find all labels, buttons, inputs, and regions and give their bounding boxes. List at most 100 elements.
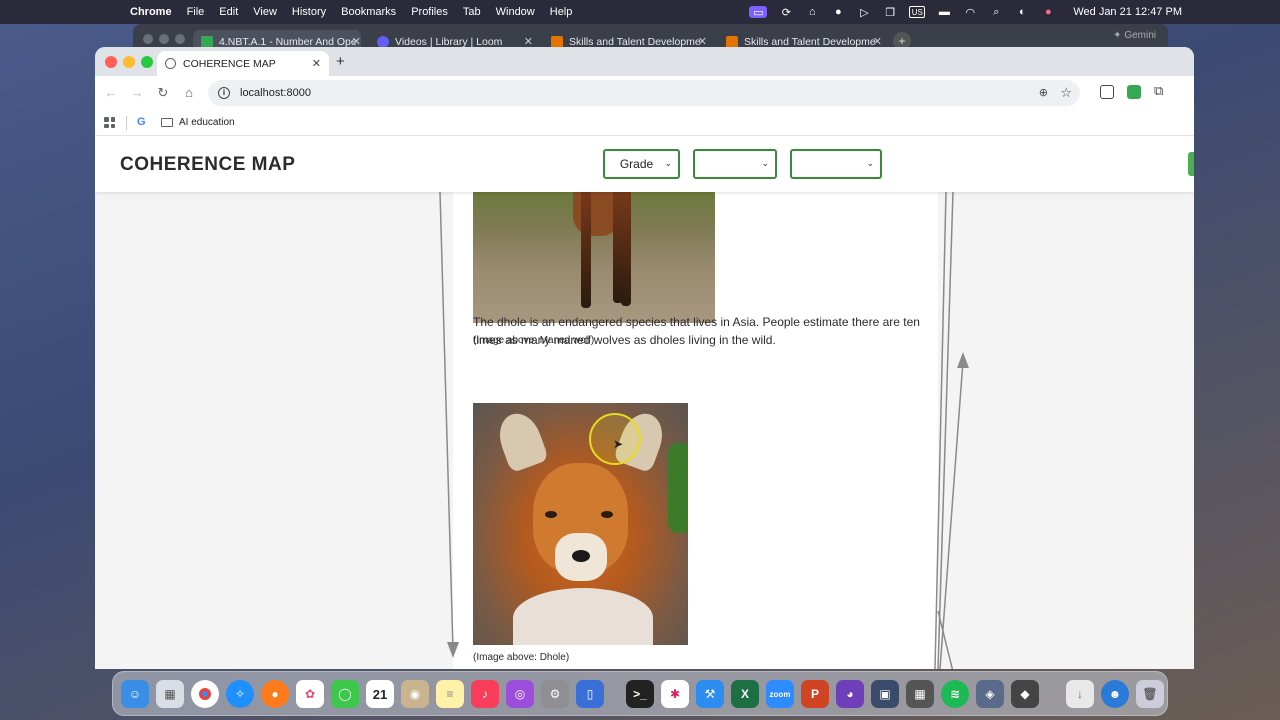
menubar-clock[interactable]: Wed Jan 21 12:47 PM (1073, 6, 1182, 18)
dhole-eye-shape (545, 511, 557, 518)
apps-grid-icon[interactable] (104, 117, 115, 128)
gemini-button[interactable]: ✦ Gemini (1113, 30, 1156, 41)
home-icon[interactable]: ⌂ (181, 85, 197, 100)
menu-file[interactable]: File (187, 6, 205, 18)
menu-app-name[interactable]: Chrome (130, 6, 172, 18)
automator-icon[interactable]: ▣ (871, 680, 899, 708)
settings-icon[interactable]: ⚙ (541, 680, 569, 708)
search-icon[interactable]: ⌕ (989, 6, 1003, 18)
back-arrow-icon[interactable]: ← (103, 85, 119, 100)
contacts-icon[interactable]: ◉ (401, 680, 429, 708)
trash-icon[interactable]: 🗑 (1136, 680, 1164, 708)
leaf-shape (668, 443, 688, 533)
status-area: ▭ ⟳ ⌂ ● ▷ ❐ US ▬ ◠ ⌕ ◐ ● Wed Jan 21 12:4… (749, 0, 1182, 24)
terminal-icon[interactable]: >_ (626, 680, 654, 708)
zoom-icon[interactable]: zoom (766, 680, 794, 708)
green-action-button[interactable] (1188, 152, 1194, 176)
excel-icon[interactable]: X (731, 680, 759, 708)
box-icon[interactable]: ◆ (1011, 680, 1039, 708)
bookmarks-bar: G AI education (95, 110, 1194, 136)
photos-icon[interactable]: ✿ (296, 680, 324, 708)
bg-window-zoom-dot[interactable] (175, 34, 185, 44)
extension-green-icon[interactable] (1127, 85, 1141, 99)
menu-bookmarks[interactable]: Bookmarks (341, 6, 396, 18)
menu-tab[interactable]: Tab (463, 6, 481, 18)
macos-dock: ☺ ▦ ✧ ● ✿ ◯ 21 ◉ ≡ ♪ ◎ ⚙ ▯ >_ ✱ ⚒ X zoom… (112, 671, 1168, 716)
safari-icon[interactable]: ✧ (226, 680, 254, 708)
screen-record-icon[interactable]: ▭ (749, 6, 768, 19)
zoom-icon[interactable]: ⊕ (1039, 86, 1048, 99)
forward-arrow-icon[interactable]: → (129, 85, 145, 100)
window-zoom-button[interactable] (141, 56, 153, 68)
vpn-icon[interactable]: ◈ (976, 680, 1004, 708)
finder-face-icon[interactable]: ☻ (1101, 680, 1129, 708)
bookmark-folder-ai-education[interactable]: AI education (179, 117, 235, 128)
powerpoint-icon[interactable]: P (801, 680, 829, 708)
menu-window[interactable]: Window (496, 6, 535, 18)
window-icon[interactable]: ❐ (883, 6, 897, 19)
google-icon[interactable]: G (137, 116, 146, 128)
spotify-icon[interactable]: ≋ (941, 680, 969, 708)
bg-window-minimize-dot[interactable] (159, 34, 169, 44)
person-icon[interactable]: ● (831, 6, 845, 18)
page-viewport: COHERENCE MAP Grade ⌄ ⌄ ⌄ (Image above: … (95, 136, 1194, 669)
xcode-icon[interactable]: ⚒ (696, 680, 724, 708)
maned-wolf-image (473, 188, 715, 323)
downloads-icon[interactable]: ↓ (1066, 680, 1094, 708)
chevron-down-icon: ⌄ (761, 158, 769, 168)
control-center-icon[interactable]: ◐ (1015, 6, 1029, 18)
notes-icon[interactable]: ≡ (436, 680, 464, 708)
calculator-icon[interactable]: ▦ (906, 680, 934, 708)
window-minimize-button[interactable] (123, 56, 135, 68)
dhole-nose-shape (572, 550, 590, 562)
music-icon[interactable]: ♪ (471, 680, 499, 708)
messages-icon[interactable]: ◯ (331, 680, 359, 708)
domain-select[interactable]: ⌄ (693, 149, 777, 179)
menu-edit[interactable]: Edit (219, 6, 238, 18)
siri-icon[interactable]: ● (1041, 6, 1055, 18)
tab-coherence-map[interactable]: COHERENCE MAP ✕ (157, 51, 329, 76)
battery-icon[interactable]: ▬ (937, 6, 951, 18)
connection-line (937, 191, 954, 669)
play-icon[interactable]: ▷ (857, 6, 871, 19)
bg-window-close-dot[interactable] (143, 34, 153, 44)
slack-icon[interactable]: ✱ (661, 680, 689, 708)
connection-line (439, 191, 454, 651)
app-header: COHERENCE MAP Grade ⌄ ⌄ ⌄ (95, 136, 1194, 192)
reload-icon[interactable]: ↻ (155, 85, 171, 101)
gemini-label: Gemini (1124, 30, 1156, 41)
home-icon[interactable]: ⌂ (805, 6, 819, 18)
new-tab-button[interactable]: + (336, 53, 345, 70)
dhole-eye-shape (601, 511, 613, 518)
bookmark-star-icon[interactable]: ☆ (1060, 85, 1072, 101)
extension-icon[interactable] (1100, 85, 1114, 99)
site-info-icon[interactable]: i (218, 87, 230, 99)
files-icon[interactable]: ▯ (576, 680, 604, 708)
firefox-icon[interactable]: ● (261, 680, 289, 708)
extensions-puzzle-icon[interactable]: ⧉ (1154, 83, 1168, 98)
calendar-icon[interactable]: 21 (366, 680, 394, 708)
globe-icon (165, 58, 176, 69)
url-text[interactable]: localhost:8000 (240, 87, 311, 99)
launchpad-icon[interactable]: ▦ (156, 680, 184, 708)
grade-select[interactable]: Grade ⌄ (603, 149, 680, 179)
menu-view[interactable]: View (253, 6, 277, 18)
window-close-button[interactable] (105, 56, 117, 68)
menu-profiles[interactable]: Profiles (411, 6, 448, 18)
podcasts-icon[interactable]: ◎ (506, 680, 534, 708)
grade-select-value: Grade (619, 157, 654, 171)
calendar-day: 21 (372, 686, 388, 702)
chrome-icon[interactable] (191, 680, 219, 708)
menu-history[interactable]: History (292, 6, 326, 18)
menu-help[interactable]: Help (550, 6, 573, 18)
sync-icon[interactable]: ⟳ (779, 6, 793, 19)
finder-icon[interactable]: ☺ (121, 680, 149, 708)
close-icon[interactable]: ✕ (312, 57, 321, 70)
connection-line (937, 610, 954, 669)
standard-detail-card: (Image above: Maned wolf) The dhole is a… (453, 136, 938, 669)
cluster-select[interactable]: ⌄ (790, 149, 882, 179)
github-icon[interactable]: ◕ (836, 680, 864, 708)
keyboard-layout-icon[interactable]: US (909, 6, 926, 18)
wifi-icon[interactable]: ◠ (963, 6, 977, 19)
address-bar[interactable]: i localhost:8000 ⊕ ☆ (208, 80, 1080, 106)
